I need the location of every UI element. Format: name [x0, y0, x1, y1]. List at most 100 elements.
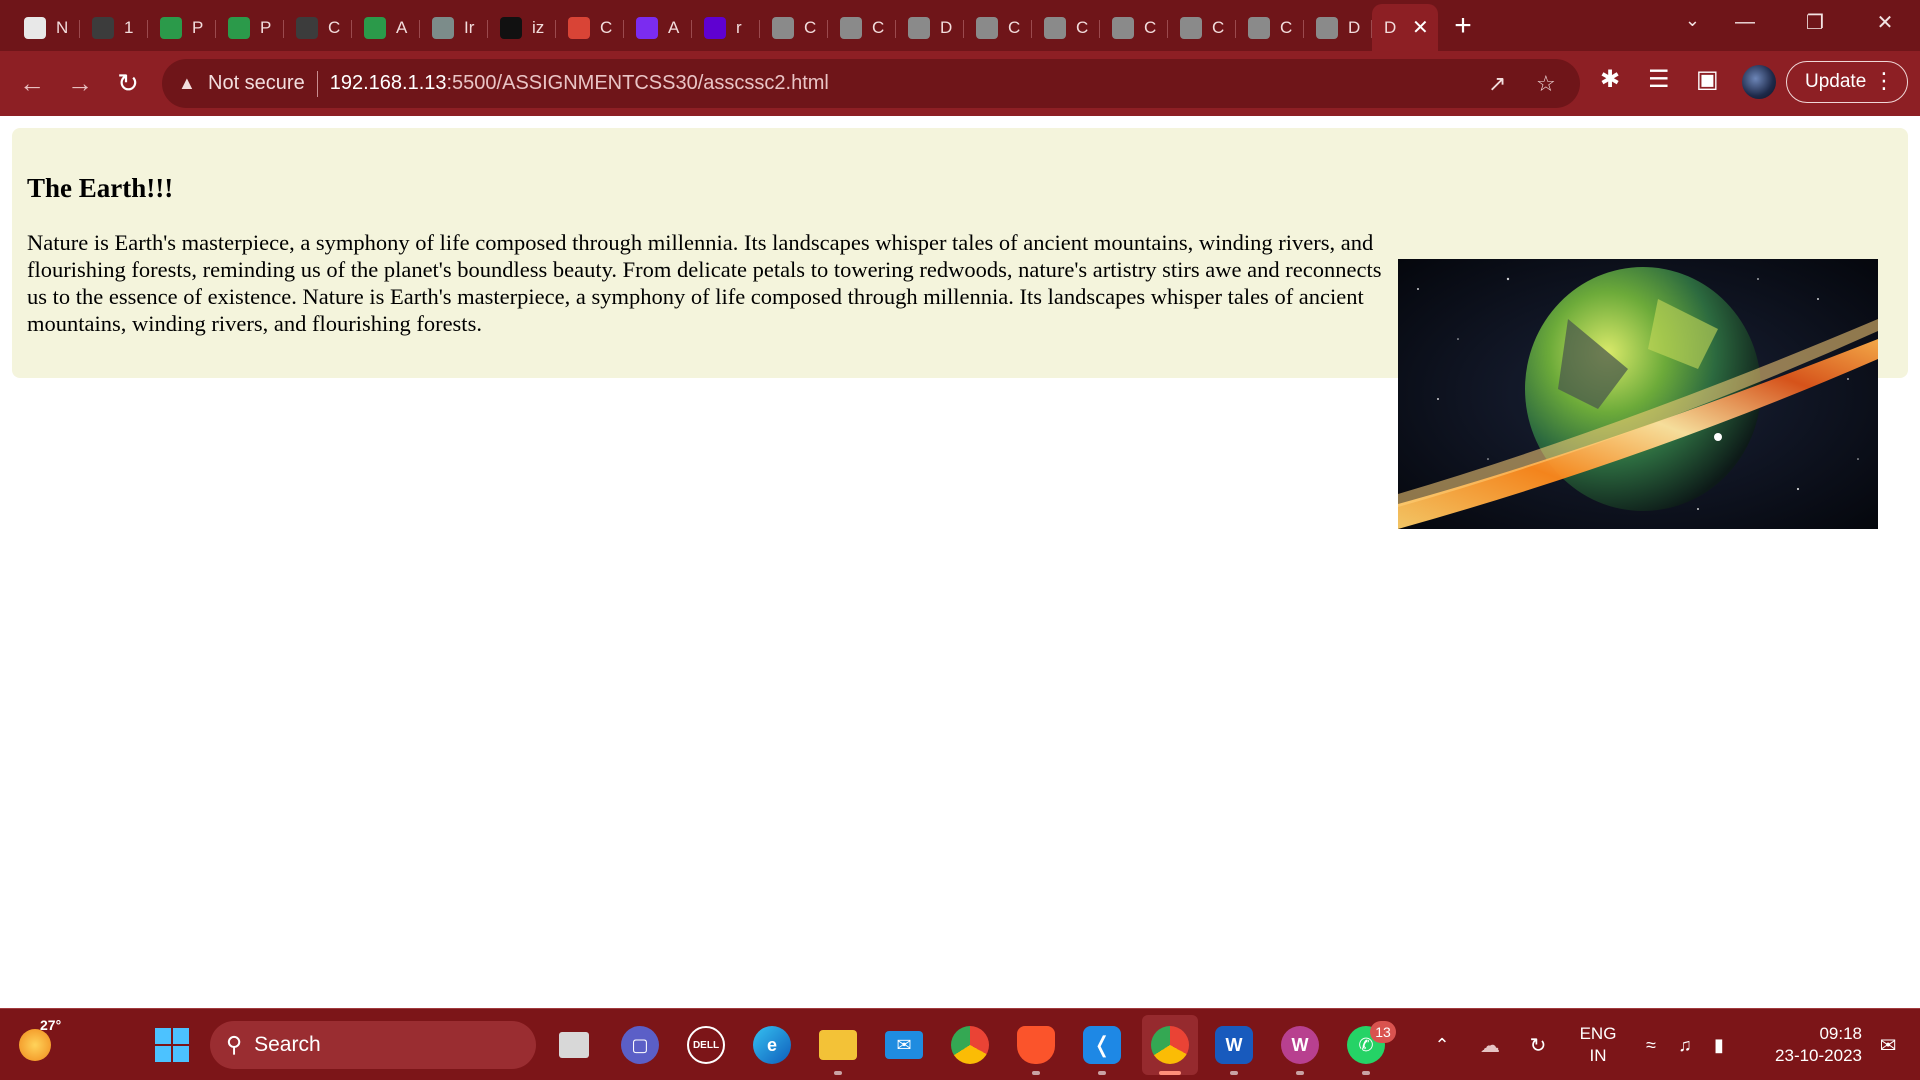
tray-overflow-chevron-icon[interactable]: ⌃ — [1424, 1009, 1460, 1080]
browser-tab[interactable]: C — [1168, 10, 1236, 46]
tab-title: P — [192, 17, 204, 37]
edge-button[interactable]: e — [748, 1009, 796, 1080]
restore-button[interactable]: ❐ — [1780, 10, 1850, 35]
not-secure-label[interactable]: Not secure — [208, 72, 305, 95]
browser-tab[interactable]: C — [1100, 10, 1168, 46]
tab-title: A — [668, 17, 680, 37]
profile-avatar[interactable] — [1742, 65, 1776, 99]
browser-tab[interactable]: C — [1236, 10, 1304, 46]
task-view-button[interactable] — [550, 1009, 598, 1080]
update-button[interactable]: Update ⋮ — [1786, 61, 1908, 103]
browser-tab[interactable]: 1 — [80, 10, 148, 46]
new-tab-button[interactable]: + — [1438, 9, 1488, 43]
browser-tab[interactable]: C — [556, 10, 624, 46]
browser-tab[interactable]: Ir — [420, 10, 488, 46]
brave-button[interactable] — [1012, 1009, 1060, 1080]
start-button[interactable] — [148, 1009, 196, 1080]
newspaper-icon — [24, 16, 46, 39]
folder-icon — [819, 1030, 857, 1060]
running-indicator — [1296, 1071, 1304, 1075]
browser-tab[interactable]: iz — [488, 10, 556, 46]
browser-tab[interactable]: N — [12, 10, 80, 46]
mail-icon: ✉ — [885, 1031, 923, 1059]
tab-title: D — [1348, 17, 1361, 37]
google-drive-icon — [228, 16, 250, 39]
browser-tab[interactable]: C — [1032, 10, 1100, 46]
gmail-icon — [568, 16, 590, 39]
whatsapp-button[interactable]: ✆ — [1342, 1009, 1390, 1080]
side-panel-icon[interactable]: ▣ — [1696, 65, 1719, 94]
browser-tab[interactable]: P — [148, 10, 216, 46]
close-tab-icon[interactable]: ✕ — [1412, 15, 1429, 40]
tab-title: C — [1144, 17, 1157, 37]
minimize-button[interactable]: — — [1710, 11, 1780, 34]
browser-tab[interactable]: C — [964, 10, 1032, 46]
weather-temp: 27° — [40, 1017, 62, 1033]
volume-icon[interactable]: ♫ — [1670, 1009, 1700, 1080]
wps-button[interactable]: W — [1276, 1009, 1324, 1080]
dell-button[interactable]: DELL — [682, 1009, 730, 1080]
address-divider — [316, 70, 318, 97]
browser-tab[interactable]: D — [1304, 10, 1372, 46]
back-button[interactable]: ← — [8, 68, 56, 99]
share-icon[interactable]: ↗ — [1488, 71, 1506, 97]
active-tab-title: D — [1384, 17, 1397, 37]
bookmark-star-icon[interactable]: ☆ — [1536, 71, 1556, 97]
wifi-icon[interactable]: ≈ — [1636, 1009, 1666, 1080]
weather-widget[interactable]: 27° — [10, 1009, 62, 1080]
browser-tab[interactable]: D — [896, 10, 964, 46]
active-tab[interactable]: D ✕ — [1372, 4, 1438, 51]
onedrive-cloud-icon[interactable]: ☁ — [1472, 1009, 1508, 1080]
teams-chat-button[interactable]: ▢ — [616, 1009, 664, 1080]
browser-tab[interactable]: A — [352, 10, 420, 46]
language-indicator[interactable]: ENG IN — [1570, 1023, 1626, 1067]
taskbar: 27° ⚲ Search ▢ DELL e ✉ ❬ W W ✆ 13 ⌃ ☁ ↻… — [0, 1008, 1920, 1080]
vscode-button[interactable]: ❬ — [1078, 1009, 1126, 1080]
address-bar[interactable]: ▲ Not secure 192.168.1.13:5500/ASSIGNMEN… — [162, 59, 1580, 108]
tab-strip: N 1 P P C A Ir iz C Ar C C D C C C C C D D ✕ + ⌄ — ❐ ✕ — [0, 0, 1920, 51]
browser-tab[interactable]: C — [760, 10, 828, 46]
reading-list-icon[interactable]: ☰ — [1648, 65, 1670, 94]
clock-time: 09:18 — [1819, 1024, 1862, 1043]
mail-button[interactable]: ✉ — [880, 1009, 928, 1080]
chrome-profile-button[interactable] — [1142, 1015, 1198, 1075]
running-indicator — [1362, 1071, 1370, 1075]
search-label: Search — [254, 1033, 321, 1056]
forward-button[interactable]: → — [56, 68, 104, 99]
file-explorer-button[interactable] — [814, 1009, 862, 1080]
whatsapp-badge: 13 — [1370, 1021, 1396, 1043]
word-button[interactable]: W — [1210, 1009, 1258, 1080]
tab-title: C — [1008, 17, 1021, 37]
globe-icon — [1248, 16, 1270, 39]
browser-tab[interactable]: C — [828, 10, 896, 46]
running-indicator — [1032, 1071, 1040, 1075]
tab-title: C — [600, 17, 613, 37]
chrome-button[interactable] — [946, 1009, 994, 1080]
tab-title: N — [56, 17, 69, 37]
browser-tab[interactable]: P — [216, 10, 284, 46]
extensions-puzzle-icon[interactable]: ✱ — [1600, 65, 1620, 94]
browser-tab[interactable]: r — [692, 10, 760, 46]
edge-icon: e — [753, 1026, 791, 1064]
tab-title: 1 — [124, 17, 134, 37]
sync-icon[interactable]: ↻ — [1520, 1009, 1556, 1080]
wordpress-icon — [296, 16, 318, 39]
tab-search-chevron-icon[interactable]: ⌄ — [1685, 10, 1700, 31]
clock[interactable]: 09:18 23-10-2023 — [1752, 1023, 1862, 1067]
browser-tab[interactable]: C — [284, 10, 352, 46]
close-window-button[interactable]: ✕ — [1850, 10, 1920, 35]
search-icon: ⚲ — [226, 1032, 243, 1057]
browser-tab[interactable]: A — [624, 10, 692, 46]
tab-title: C — [804, 17, 817, 37]
tab-title: D — [940, 17, 953, 37]
globe-icon — [840, 16, 862, 39]
reload-button[interactable]: ↻ — [104, 68, 152, 99]
tab-title: Ir — [464, 17, 475, 37]
dell-icon: DELL — [687, 1026, 725, 1064]
github-icon — [500, 16, 522, 39]
battery-icon[interactable]: ▮ — [1704, 1009, 1734, 1080]
globe-icon — [976, 16, 998, 39]
taskbar-search[interactable]: ⚲ Search — [210, 1021, 536, 1069]
notification-bell-icon[interactable]: ✉ — [1868, 1009, 1908, 1080]
globe-icon — [772, 16, 794, 39]
